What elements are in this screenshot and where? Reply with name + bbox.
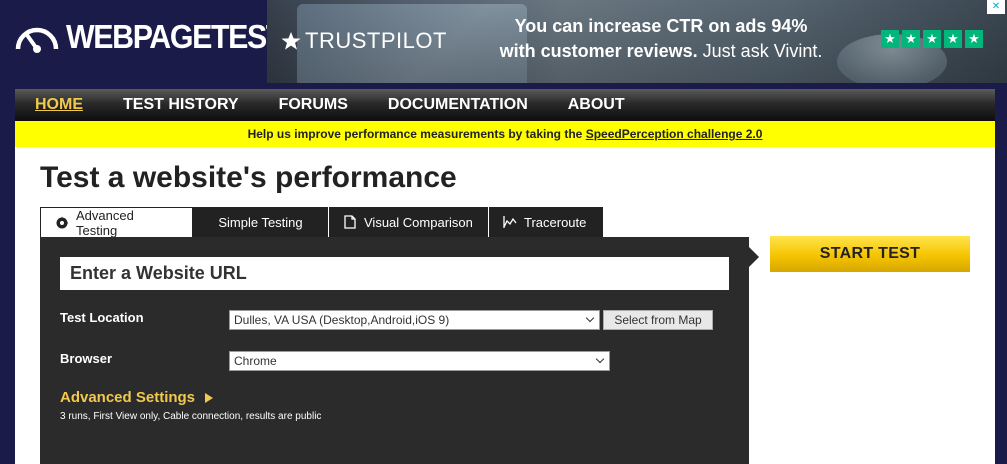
banner-text: Help us improve performance measurements… <box>247 127 586 141</box>
chevron-down-icon <box>595 354 605 364</box>
browser-label: Browser <box>60 351 113 366</box>
test-settings-panel: Test Location Dulles, VA USA (Desktop,An… <box>40 237 749 464</box>
star-icon: ★ <box>965 30 983 48</box>
logo-text: WEBPAGETEST <box>66 18 284 55</box>
tab-advanced-testing[interactable]: Advanced Testing <box>40 207 193 238</box>
page-title: Test a website's performance <box>40 161 457 194</box>
star-icon: ★ <box>923 30 941 48</box>
main-nav: HOME TEST HISTORY FORUMS DOCUMENTATION A… <box>15 89 995 121</box>
ad-line2-rest: Just ask Vivint. <box>697 41 823 61</box>
test-tabs: Advanced Testing Simple Testing Visual C… <box>40 207 603 238</box>
nav-about[interactable]: ABOUT <box>568 96 625 114</box>
tab-traceroute[interactable]: Traceroute <box>489 207 603 237</box>
nav-documentation[interactable]: DOCUMENTATION <box>388 96 528 114</box>
star-icon: ★ <box>881 30 899 48</box>
tab-simple-testing[interactable]: Simple Testing <box>193 207 329 237</box>
trustpilot-star-icon <box>281 32 301 50</box>
test-location-select[interactable]: Dulles, VA USA (Desktop,Android,iOS 9) <box>229 310 600 330</box>
test-location-label: Test Location <box>60 310 144 325</box>
speedometer-icon <box>15 27 59 53</box>
trustpilot-logo: TRUSTPILOT <box>281 28 447 54</box>
ad-close-icon[interactable]: ✕ <box>987 0 1005 14</box>
ad-copy: You can increase CTR on ads 94% with cus… <box>491 14 831 64</box>
advanced-settings-summary: 3 runs, First View only, Cable connectio… <box>60 411 322 422</box>
select-from-map-button[interactable]: Select from Map <box>603 310 713 330</box>
document-icon <box>343 215 357 229</box>
gear-icon <box>55 216 69 230</box>
panel-pointer <box>749 247 759 267</box>
tab-visual-comparison[interactable]: Visual Comparison <box>329 207 489 237</box>
advertisement-banner[interactable]: TRUSTPILOT You can increase CTR on ads 9… <box>267 0 1007 83</box>
nav-forums[interactable]: FORUMS <box>279 96 348 114</box>
advanced-settings-toggle[interactable]: Advanced Settings <box>60 389 214 406</box>
logo[interactable]: WEBPAGETEST <box>14 18 302 56</box>
browser-select[interactable]: Chrome <box>229 351 610 371</box>
trace-icon <box>503 215 517 229</box>
play-arrow-icon <box>205 392 214 403</box>
main-content: Test a website's performance Advanced Te… <box>15 147 995 464</box>
rating-stars: ★ ★ ★ ★ ★ <box>881 30 983 48</box>
trustpilot-brand: TRUSTPILOT <box>305 28 447 53</box>
ad-line2-bold: with customer reviews. <box>499 41 698 61</box>
nav-test-history[interactable]: TEST HISTORY <box>123 96 239 114</box>
star-icon: ★ <box>902 30 920 48</box>
announcement-banner: Help us improve performance measurements… <box>15 121 995 147</box>
ad-headline: You can increase CTR on ads 94% <box>514 16 808 36</box>
url-input[interactable] <box>60 257 729 290</box>
star-icon: ★ <box>944 30 962 48</box>
speedperception-link[interactable]: SpeedPerception challenge 2.0 <box>586 127 763 141</box>
chevron-down-icon <box>585 313 595 323</box>
start-test-button[interactable]: START TEST <box>770 236 970 272</box>
nav-home[interactable]: HOME <box>35 96 83 114</box>
